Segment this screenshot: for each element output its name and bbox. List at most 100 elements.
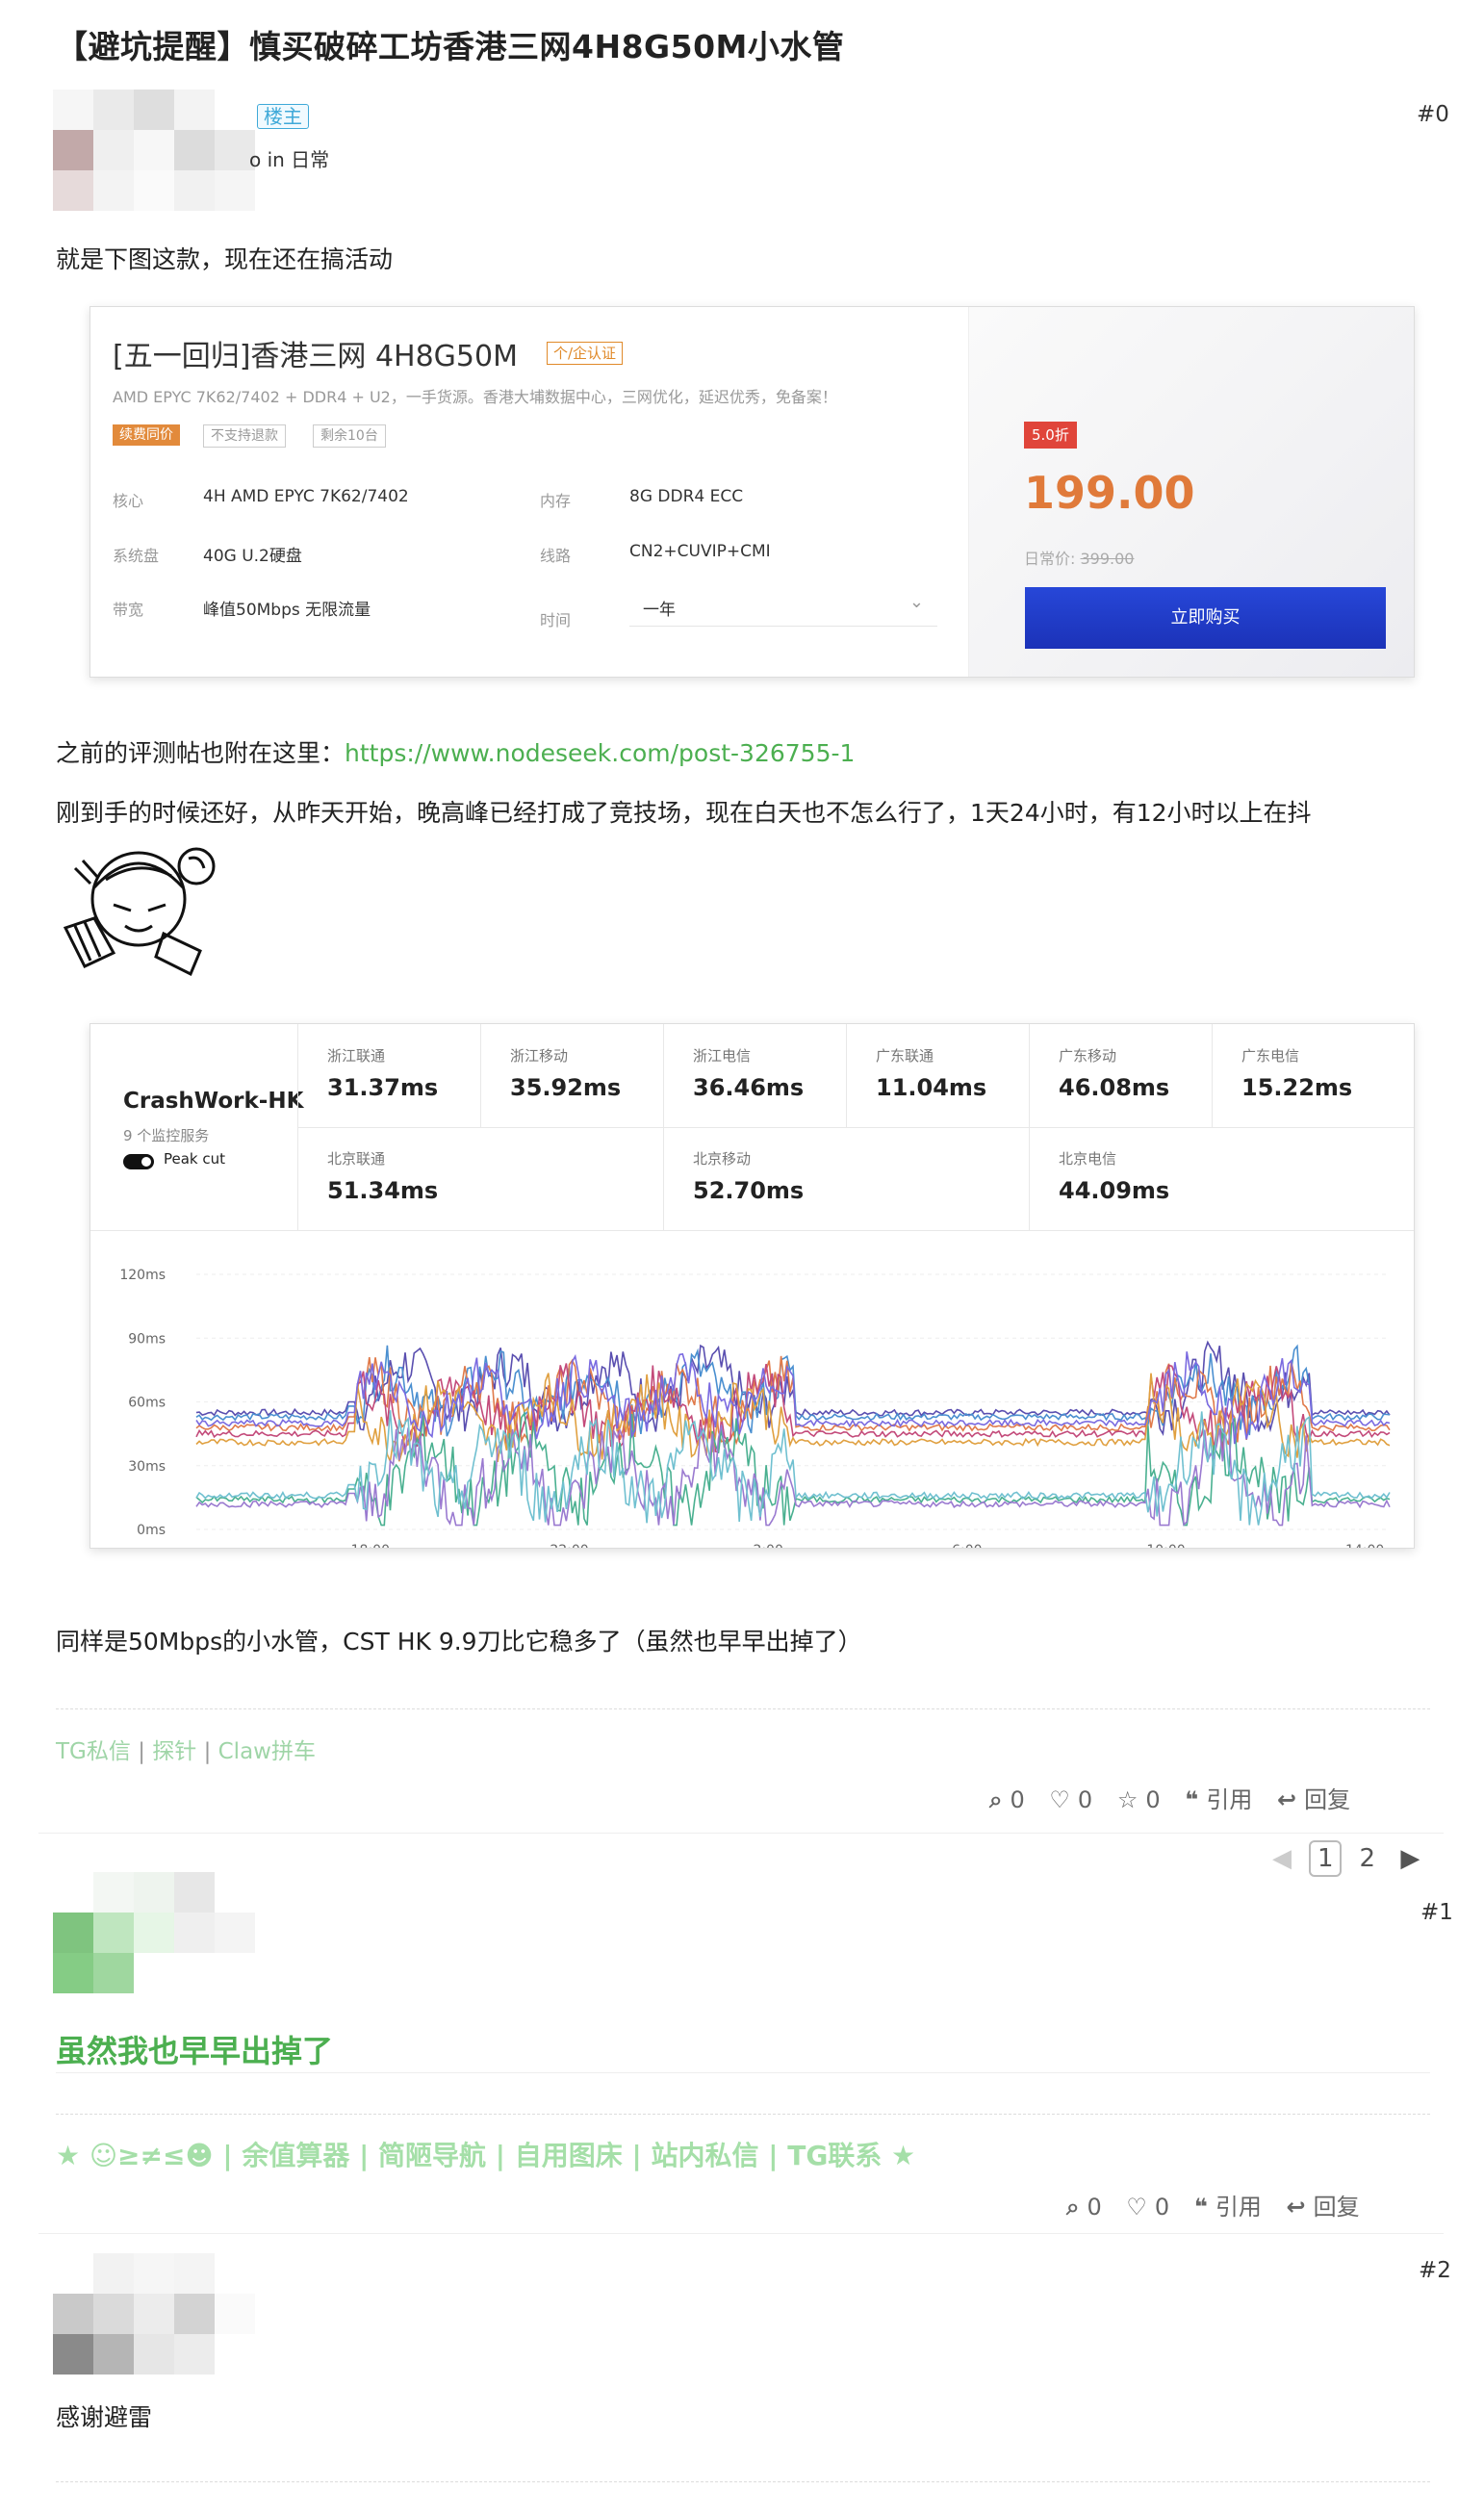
- post-text: 感谢避雷: [56, 2403, 153, 2431]
- latency-value: 46.08ms: [1059, 1074, 1170, 1101]
- next-page-icon[interactable]: ▶: [1400, 1844, 1420, 1873]
- server-name: CrashWork-HK: [123, 1089, 304, 1114]
- latency-value: 36.46ms: [693, 1074, 805, 1101]
- spec-value: CN2+CUVIP+CMI: [629, 542, 771, 561]
- star-icon: ☆: [1116, 1786, 1139, 1813]
- quote-underline: [56, 2072, 1430, 2073]
- latency-cell: 北京移动 52.70ms: [663, 1127, 1029, 1231]
- cert-badge: 个/企认证: [547, 342, 624, 365]
- spec-value: 峰值50Mbps 无限流量: [203, 601, 371, 620]
- post-text: 同样是50Mbps的小水管，CST HK 9.9刀比它稳多了（虽然也早早出掉了）: [56, 1628, 862, 1656]
- sig-link-probe[interactable]: 探针: [152, 1739, 196, 1764]
- pagination: ◀ 1 2 ▶: [1272, 1840, 1420, 1877]
- buy-button: 立即购买: [1025, 587, 1386, 649]
- y-tick-label: 60ms: [128, 1396, 166, 1411]
- sig-link-claw[interactable]: Claw拼车: [218, 1739, 316, 1764]
- y-tick-label: 90ms: [128, 1331, 166, 1347]
- signature[interactable]: ★ ☺≥≠≤☻ | 余值算器 | 简陋导航 | 自用图床 | 站内私信 | TG…: [56, 2135, 915, 2173]
- monitor-chart-image: CrashWork-HK 9 个监控服务 Peak cut 浙江联通 31.37m…: [90, 1023, 1415, 1549]
- spec-label: 带宽: [113, 601, 144, 619]
- product-card-image: [五一回归]香港三网 4H8G50M 个/企认证 AMD EPYC 7K62/7…: [90, 306, 1415, 678]
- page-2[interactable]: 2: [1360, 1844, 1376, 1873]
- latency-value: 11.04ms: [876, 1074, 987, 1101]
- reply-button[interactable]: ↩ 回复: [1277, 1786, 1350, 1813]
- spec-label: 系统盘: [113, 547, 160, 565]
- avatar[interactable]: [53, 2253, 255, 2375]
- star-button[interactable]: ☆ 0: [1117, 1786, 1161, 1813]
- post-divider: [38, 2233, 1444, 2234]
- reply-button[interactable]: ↩ 回复: [1287, 2194, 1360, 2221]
- latency-label: 广东移动: [1059, 1047, 1117, 1065]
- latency-label: 浙江移动: [510, 1047, 569, 1065]
- quote-icon: ❝: [1185, 1786, 1199, 1813]
- period-value: 一年: [643, 601, 676, 620]
- post-text: 之前的评测帖也附在这里：https://www.nodeseek.com/pos…: [56, 734, 855, 769]
- prev-page-icon[interactable]: ◀: [1272, 1844, 1292, 1873]
- avatar[interactable]: [53, 90, 255, 211]
- latency-cell: 浙江电信 36.46ms: [663, 1024, 846, 1127]
- latency-cell: 浙江移动 35.92ms: [480, 1024, 663, 1127]
- zoom-button[interactable]: ⌕ 0: [1066, 2194, 1102, 2221]
- latency-value: 31.37ms: [327, 1074, 439, 1101]
- latency-cell: 广东移动 46.08ms: [1029, 1024, 1212, 1127]
- quote-button[interactable]: ❝ 引用: [1185, 1786, 1252, 1813]
- original-price-label: 日常价:: [1024, 550, 1076, 568]
- latency-label: 浙江联通: [327, 1047, 386, 1065]
- reply-icon: ↩: [1276, 1786, 1297, 1813]
- thread-title: 【避坑提醒】慎买破碎工坊香港三网4H8G50M小水管: [56, 28, 845, 65]
- peak-cut-label: Peak cut: [164, 1150, 226, 1168]
- review-link[interactable]: https://www.nodeseek.com/post-326755-1: [345, 739, 855, 767]
- price: 199.00: [1024, 467, 1195, 519]
- spec-label: 内存: [540, 492, 572, 510]
- thumbs-down-icon: ♡: [1049, 1786, 1070, 1813]
- sig-separator: |: [138, 1739, 145, 1764]
- avatar[interactable]: [53, 1872, 255, 1993]
- thumbs-down-icon: ♡: [1126, 2194, 1147, 2221]
- spec-value: 4H AMD EPYC 7K62/7402: [203, 487, 409, 506]
- latency-cell: 广东电信 15.22ms: [1212, 1024, 1414, 1127]
- y-tick-label: 120ms: [119, 1268, 166, 1283]
- tag-no-refund: 不支持退款: [203, 424, 286, 448]
- signature-divider: [56, 2481, 1430, 2482]
- spec-value: 8G DDR4 ECC: [629, 487, 744, 506]
- floor-number[interactable]: #2: [1419, 2258, 1451, 2283]
- page-current[interactable]: 1: [1309, 1840, 1343, 1877]
- latency-label: 浙江电信: [693, 1047, 752, 1065]
- sig-link-tg[interactable]: TG私信: [56, 1739, 131, 1764]
- chevron-down-icon: ⌄: [908, 592, 924, 612]
- post-text: 虽然我也早早出掉了: [56, 2033, 334, 2069]
- quote-icon: ❝: [1193, 2194, 1208, 2221]
- reply-icon: ↩: [1286, 2194, 1306, 2221]
- monitor-header: CrashWork-HK 9 个监控服务 Peak cut 浙江联通 31.37m…: [90, 1024, 1414, 1231]
- spec-label: 时间: [540, 611, 572, 629]
- floor-number[interactable]: #0: [1417, 102, 1449, 127]
- zoom-button[interactable]: ⌕ 0: [989, 1786, 1025, 1813]
- latency-cell: 北京联通 51.34ms: [297, 1127, 663, 1231]
- x-tick-label: 14:00: [1345, 1543, 1384, 1549]
- discount-badge: 5.0折: [1024, 422, 1077, 449]
- spec-label: 线路: [540, 547, 572, 565]
- x-tick-label: 10:00: [1146, 1543, 1185, 1549]
- dislike-button[interactable]: ♡ 0: [1126, 2194, 1169, 2221]
- original-price: 日常价: 399.00: [1024, 546, 1134, 569]
- post-meta[interactable]: o in 日常: [249, 144, 329, 172]
- latency-value: 44.09ms: [1059, 1177, 1170, 1204]
- product-desc: AMD EPYC 7K62/7402 + DDR4 + U2，一手货源。香港大埔…: [113, 388, 837, 406]
- latency-label: 广东电信: [1241, 1047, 1300, 1065]
- latency-cell: 广东联通 11.04ms: [846, 1024, 1029, 1127]
- post-actions: ⌕ 0 ♡ 0 ☆ 0 ❝ 引用 ↩ 回复: [972, 1781, 1350, 1814]
- y-tick-label: 30ms: [128, 1459, 166, 1475]
- dislike-button[interactable]: ♡ 0: [1049, 1786, 1092, 1813]
- floor-number[interactable]: #1: [1420, 1900, 1453, 1925]
- price-panel: 5.0折 199.00 日常价: 399.00 立即购买: [968, 307, 1414, 677]
- signature-divider: [56, 2114, 1430, 2115]
- quote-button[interactable]: ❝ 引用: [1194, 2194, 1262, 2221]
- latency-cell: 浙江联通 31.37ms: [297, 1024, 480, 1127]
- latency-label: 北京移动: [693, 1150, 752, 1168]
- original-price-value: 399.00: [1080, 550, 1135, 568]
- latency-value: 15.22ms: [1241, 1074, 1353, 1101]
- product-name: [五一回归]香港三网 4H8G50M: [113, 340, 518, 373]
- latency-value: 51.34ms: [327, 1177, 439, 1204]
- y-tick-label: 0ms: [137, 1523, 166, 1538]
- spec-value: 40G U.2硬盘: [203, 547, 302, 566]
